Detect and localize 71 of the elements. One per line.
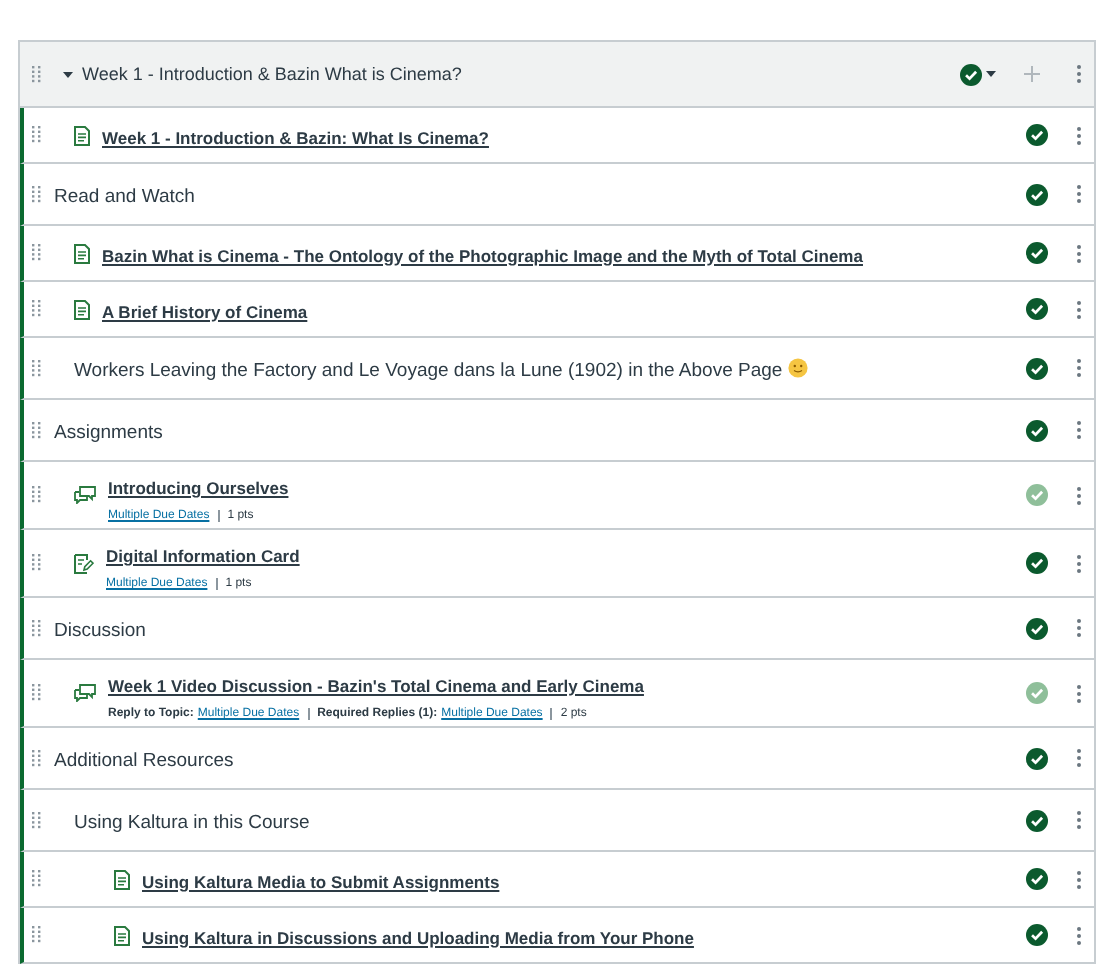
item-link[interactable]: Introducing Ourselves xyxy=(108,478,289,498)
drag-handle-icon[interactable] xyxy=(32,126,42,144)
collapse-caret-icon[interactable] xyxy=(62,69,74,79)
document-icon xyxy=(114,925,130,945)
drag-handle-icon[interactable] xyxy=(32,244,42,262)
drag-handle-icon[interactable] xyxy=(32,619,42,637)
drag-handle-icon[interactable] xyxy=(32,554,42,572)
published-check-icon[interactable] xyxy=(1026,809,1048,831)
more-options-icon[interactable] xyxy=(1076,184,1082,204)
drag-handle-icon[interactable] xyxy=(32,185,42,203)
drag-handle-icon[interactable] xyxy=(32,359,42,377)
item-link[interactable]: Digital Information Card xyxy=(106,546,300,566)
more-options-icon[interactable] xyxy=(1076,810,1082,830)
more-options-icon[interactable] xyxy=(1076,125,1082,145)
more-options-icon[interactable] xyxy=(1076,358,1082,378)
item-link[interactable]: Week 1 - Introduction & Bazin: What Is Cinema? xyxy=(102,127,489,147)
drag-handle-icon[interactable] xyxy=(32,486,42,504)
published-check-icon[interactable] xyxy=(1026,183,1048,205)
published-check-icon[interactable] xyxy=(1026,868,1048,890)
more-options-icon[interactable] xyxy=(1076,618,1082,638)
more-options-icon[interactable] xyxy=(1076,553,1082,573)
published-check-icon[interactable] xyxy=(1026,242,1048,264)
published-check-icon[interactable] xyxy=(1026,924,1048,946)
more-options-icon[interactable] xyxy=(1076,485,1082,505)
published-check-icon[interactable] xyxy=(1026,124,1048,146)
document-icon xyxy=(114,869,130,889)
published-check-icon[interactable] xyxy=(1026,747,1048,769)
section-heading: Workers Leaving the Factory and Le Voyage dans la Lune (1902) in the Above Page xyxy=(74,360,809,382)
drag-handle-icon[interactable] xyxy=(32,684,42,702)
published-check-icon[interactable] xyxy=(960,63,982,85)
drag-handle-icon[interactable] xyxy=(32,421,42,439)
more-options-icon[interactable] xyxy=(1076,64,1082,84)
chat-bubbles-icon xyxy=(74,684,96,702)
document-icon xyxy=(74,299,90,319)
document-icon xyxy=(74,243,90,263)
document-icon xyxy=(74,125,90,145)
section-heading: Assignments xyxy=(54,422,163,444)
drag-handle-icon[interactable] xyxy=(32,870,42,888)
published-check-icon[interactable] xyxy=(1026,484,1048,506)
published-check-icon[interactable] xyxy=(1026,682,1048,704)
more-options-icon[interactable] xyxy=(1076,243,1082,263)
item-link[interactable]: Week 1 Video Discussion - Bazin's Total Cinema and Early Cinema xyxy=(108,676,644,696)
item-link[interactable]: Bazin What is Cinema - The Ontology of the Photographic Image and the Myth of Total Cinema xyxy=(102,245,863,265)
item-link[interactable]: Using Kaltura in Discussions and Uploading Media from Your Phone xyxy=(142,927,694,947)
drag-handle-icon[interactable] xyxy=(32,300,42,318)
published-check-icon[interactable] xyxy=(1026,617,1048,639)
section-heading: Using Kaltura in this Course xyxy=(74,812,310,834)
drag-handle-icon[interactable] xyxy=(32,749,42,767)
publish-menu-button[interactable] xyxy=(960,63,996,85)
published-check-icon[interactable] xyxy=(1026,357,1048,379)
section-heading: Additional Resources xyxy=(54,750,234,772)
caret-icon[interactable] xyxy=(986,70,996,78)
more-options-icon[interactable] xyxy=(1076,925,1082,945)
more-options-icon[interactable] xyxy=(1076,683,1082,703)
more-options-icon[interactable] xyxy=(1076,299,1082,319)
item-link[interactable]: Using Kaltura Media to Submit Assignments xyxy=(142,871,500,891)
item-link[interactable]: A Brief History of Cinema xyxy=(102,301,308,321)
drag-handle-icon[interactable] xyxy=(32,65,42,83)
published-check-icon[interactable] xyxy=(1026,298,1048,320)
published-check-icon[interactable] xyxy=(1026,552,1048,574)
section-heading: Discussion xyxy=(54,620,146,642)
section-heading: Read and Watch xyxy=(54,186,195,208)
module-title: Week 1 - Introduction & Bazin What is Cinema? xyxy=(82,64,464,84)
published-check-icon[interactable] xyxy=(1026,419,1048,441)
more-options-icon[interactable] xyxy=(1076,869,1082,889)
drag-handle-icon[interactable] xyxy=(32,811,42,829)
more-options-icon[interactable] xyxy=(1076,420,1082,440)
more-options-icon[interactable] xyxy=(1076,748,1082,768)
chat-bubbles-icon xyxy=(74,486,96,504)
edit-document-icon xyxy=(74,553,94,573)
drag-handle-icon[interactable] xyxy=(32,926,42,944)
